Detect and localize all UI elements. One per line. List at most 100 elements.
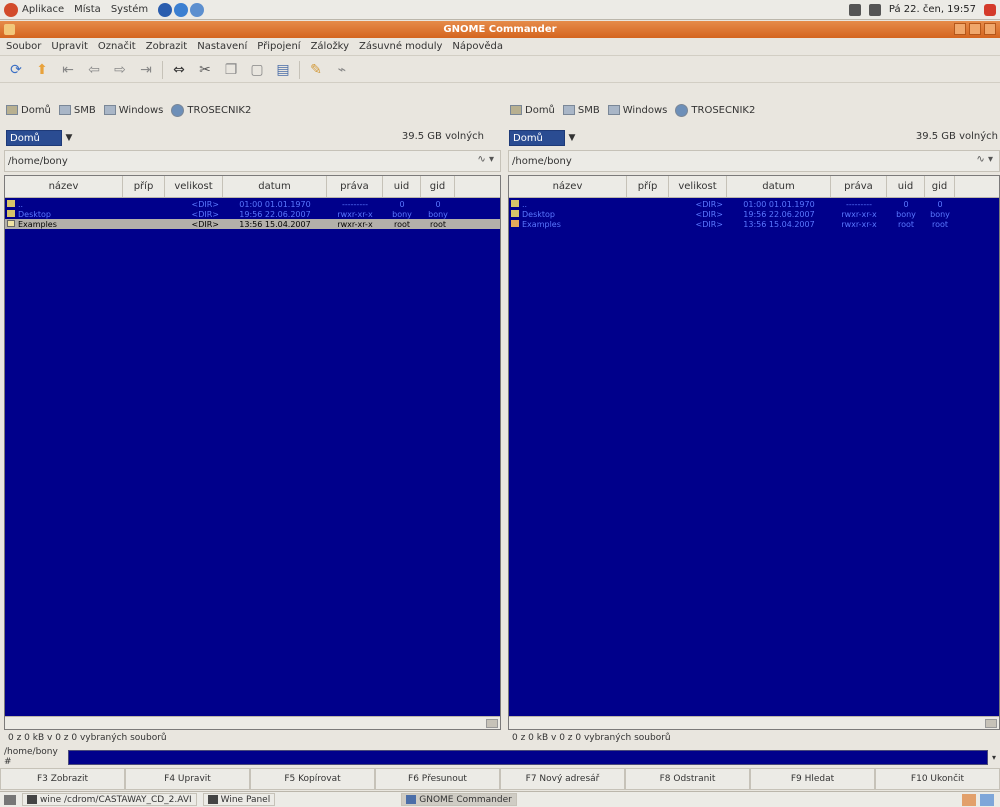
refresh-icon[interactable]: ⟳ bbox=[6, 60, 26, 80]
terminal-icon[interactable]: ⌁ bbox=[332, 60, 352, 80]
network-icon[interactable] bbox=[868, 3, 881, 16]
network-icon bbox=[58, 105, 71, 115]
scrollbar-thumb[interactable] bbox=[486, 719, 498, 728]
table-row[interactable]: Examples <DIR> 13:56 15.04.2007 rwxr-xr-… bbox=[509, 219, 999, 229]
f6-move-button[interactable]: F6 Přesunout bbox=[375, 768, 500, 790]
home-icon bbox=[6, 105, 18, 115]
last-icon[interactable]: ⇥ bbox=[136, 60, 156, 80]
left-file-pane[interactable]: název příp velikost datum práva uid gid … bbox=[4, 175, 501, 730]
task-gnome-commander[interactable]: GNOME Commander bbox=[401, 793, 517, 806]
menu-plugins[interactable]: Zásuvné moduly bbox=[359, 41, 442, 52]
f3-view-button[interactable]: F3 Zobrazit bbox=[0, 768, 125, 790]
bookmark-trosecnik2[interactable]: TROSECNIK2 bbox=[675, 103, 755, 117]
menu-bookmarks[interactable]: Záložky bbox=[311, 41, 349, 52]
show-desktop-icon[interactable] bbox=[4, 794, 16, 805]
col-name[interactable]: název bbox=[509, 176, 627, 197]
first-icon[interactable]: ⇤ bbox=[58, 60, 78, 80]
menu-view[interactable]: Zobrazit bbox=[146, 41, 188, 52]
path-history-icon[interactable]: ∿ ▾ bbox=[976, 154, 993, 165]
panel-menu-system[interactable]: Systém bbox=[111, 4, 148, 15]
forward-icon[interactable]: ⇨ bbox=[110, 60, 130, 80]
menu-connections[interactable]: Připojení bbox=[257, 41, 300, 52]
f9-search-button[interactable]: F9 Hledat bbox=[750, 768, 875, 790]
col-gid[interactable]: gid bbox=[925, 176, 955, 197]
table-row[interactable]: .. <DIR> 01:00 01.01.1970 --------- 0 0 bbox=[5, 199, 500, 209]
col-perm[interactable]: práva bbox=[327, 176, 383, 197]
close-button[interactable] bbox=[984, 23, 996, 35]
col-size[interactable]: velikost bbox=[165, 176, 223, 197]
command-input[interactable] bbox=[68, 749, 988, 765]
f10-quit-button[interactable]: F10 Ukončit bbox=[875, 768, 1000, 790]
window-titlebar[interactable]: GNOME Commander bbox=[0, 21, 1000, 38]
bookmark-smb[interactable]: SMB bbox=[562, 105, 600, 116]
panel-menu-applications[interactable]: Aplikace bbox=[4, 2, 64, 17]
right-path-bar[interactable]: /home/bony ∿ ▾ bbox=[508, 150, 1000, 172]
chevron-down-icon[interactable]: ▼ bbox=[62, 130, 76, 146]
minimize-button[interactable] bbox=[954, 23, 966, 35]
panel-menu-places[interactable]: Místa bbox=[74, 4, 101, 15]
f8-delete-button[interactable]: F8 Odstranit bbox=[625, 768, 750, 790]
f7-mkdir-button[interactable]: F7 Nový adresář bbox=[500, 768, 625, 790]
col-date[interactable]: datum bbox=[727, 176, 831, 197]
bookmark-smb[interactable]: SMB bbox=[58, 105, 96, 116]
col-date[interactable]: datum bbox=[223, 176, 327, 197]
path-history-icon[interactable]: ∿ ▾ bbox=[477, 154, 494, 165]
menu-file[interactable]: Soubor bbox=[6, 41, 41, 52]
connect-icon[interactable]: ⇔ bbox=[169, 60, 189, 80]
table-row-selected[interactable]: Examples <DIR> 13:56 15.04.2007 rwxr-xr-… bbox=[5, 219, 500, 229]
chevron-down-icon[interactable]: ▼ bbox=[565, 130, 579, 146]
computer-icon bbox=[675, 103, 689, 117]
right-device-combo[interactable]: Domů bbox=[509, 130, 565, 146]
table-row[interactable]: .. <DIR> 01:00 01.01.1970 --------- 0 0 bbox=[509, 199, 999, 209]
bookmark-windows[interactable]: Windows bbox=[103, 105, 163, 116]
workspace-icon[interactable] bbox=[962, 793, 976, 806]
clock[interactable]: Pá 22. čen, 19:57 bbox=[889, 4, 976, 15]
left-horizontal-scrollbar[interactable] bbox=[5, 716, 500, 729]
firefox-icon[interactable] bbox=[158, 2, 173, 17]
scrollbar-thumb[interactable] bbox=[985, 719, 997, 728]
maximize-button[interactable] bbox=[969, 23, 981, 35]
left-path-bar[interactable]: /home/bony ∿ ▾ bbox=[4, 150, 501, 172]
table-row[interactable]: Desktop <DIR> 19:56 22.06.2007 rwxr-xr-x… bbox=[5, 209, 500, 219]
logout-icon[interactable] bbox=[984, 3, 996, 16]
col-perm[interactable]: práva bbox=[831, 176, 887, 197]
menu-help[interactable]: Nápověda bbox=[452, 41, 503, 52]
right-horizontal-scrollbar[interactable] bbox=[509, 716, 999, 729]
cut-icon[interactable]: ✂ bbox=[195, 60, 215, 80]
email-icon[interactable] bbox=[174, 2, 189, 17]
terminal-icon bbox=[207, 795, 218, 804]
right-file-pane[interactable]: název příp velikost datum práva uid gid … bbox=[508, 175, 1000, 730]
menu-settings[interactable]: Nastavení bbox=[197, 41, 247, 52]
up-icon[interactable]: ⬆ bbox=[32, 60, 52, 80]
bookmark-windows[interactable]: Windows bbox=[607, 105, 667, 116]
menu-mark[interactable]: Označit bbox=[98, 41, 136, 52]
menu-edit[interactable]: Upravit bbox=[51, 41, 88, 52]
f5-copy-button[interactable]: F5 Kopírovat bbox=[250, 768, 375, 790]
col-uid[interactable]: uid bbox=[887, 176, 925, 197]
help-icon[interactable] bbox=[190, 2, 205, 17]
bookmark-home[interactable]: Domů bbox=[510, 105, 555, 116]
window-menu-icon[interactable] bbox=[4, 24, 15, 35]
chevron-down-icon[interactable]: ▾ bbox=[988, 753, 1000, 762]
col-ext[interactable]: příp bbox=[123, 176, 165, 197]
f4-edit-button[interactable]: F4 Upravit bbox=[125, 768, 250, 790]
task-wine-castaway[interactable]: wine /cdrom/CASTAWAY_CD_2.AVI bbox=[22, 793, 197, 806]
workspace-switcher-icon[interactable] bbox=[980, 793, 994, 806]
copy-icon[interactable]: ❐ bbox=[221, 60, 241, 80]
back-icon[interactable]: ⇦ bbox=[84, 60, 104, 80]
col-ext[interactable]: příp bbox=[627, 176, 669, 197]
task-wine-panel[interactable]: Wine Panel bbox=[202, 793, 276, 806]
bookmark-trosecnik2[interactable]: TROSECNIK2 bbox=[171, 103, 251, 117]
edit-icon[interactable]: ✎ bbox=[306, 60, 326, 80]
col-uid[interactable]: uid bbox=[383, 176, 421, 197]
bookmark-home[interactable]: Domů bbox=[6, 105, 51, 116]
left-device-combo[interactable]: Domů bbox=[6, 130, 62, 146]
col-size[interactable]: velikost bbox=[669, 176, 727, 197]
col-gid[interactable]: gid bbox=[421, 176, 455, 197]
command-prompt: /home/bony # bbox=[4, 747, 58, 767]
delete-icon[interactable]: ▤ bbox=[273, 60, 293, 80]
col-name[interactable]: název bbox=[5, 176, 123, 197]
paste-icon[interactable]: ▢ bbox=[247, 60, 267, 80]
table-row[interactable]: Desktop <DIR> 19:56 22.06.2007 rwxr-xr-x… bbox=[509, 209, 999, 219]
volume-icon[interactable] bbox=[848, 3, 861, 16]
